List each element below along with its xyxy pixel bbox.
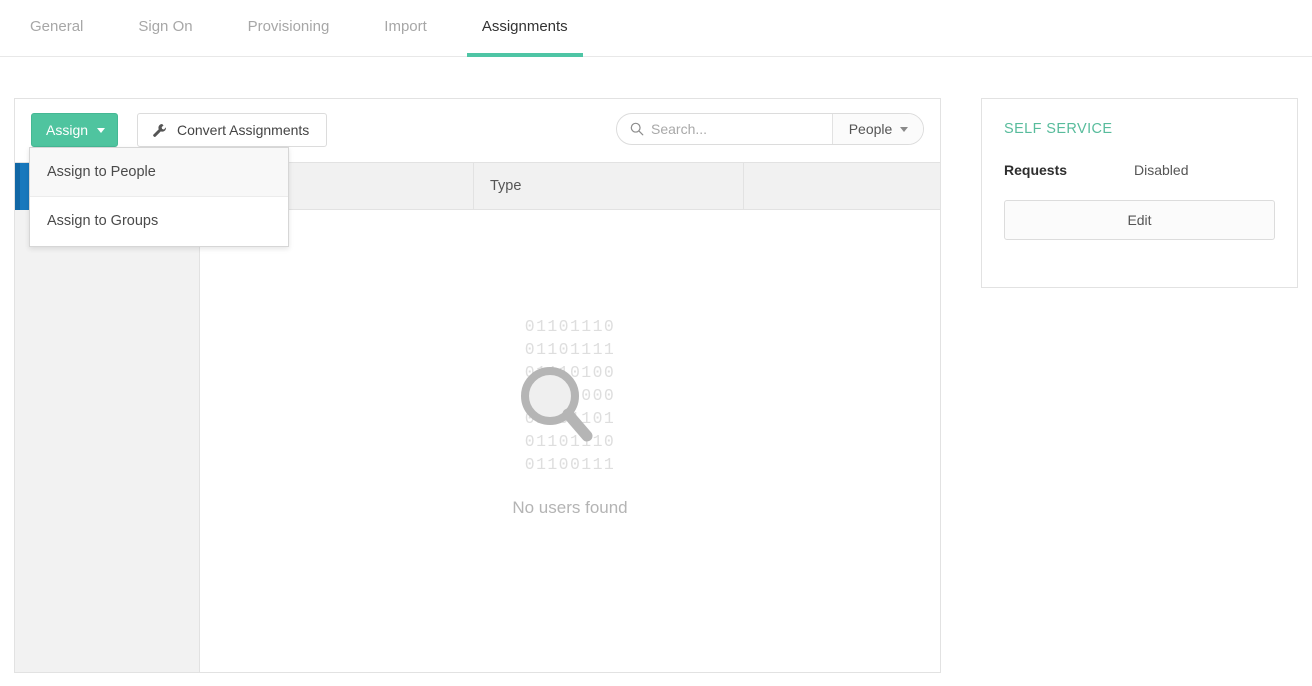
menu-item-assign-to-people-label: Assign to People: [47, 164, 156, 180]
chevron-down-icon: [900, 127, 908, 132]
wrench-icon: [152, 123, 167, 138]
assignments-card: Assign Convert Assignments Assign to Peo…: [14, 98, 941, 673]
binary-graphic: 01101110 01101111 01110100 01100000 0110…: [495, 315, 645, 476]
assignments-table: Type 01101110 01101111 01110100 01100000…: [200, 162, 940, 672]
tab-import[interactable]: Import: [384, 0, 427, 57]
empty-state: 01101110 01101111 01110100 01100000 0110…: [200, 210, 940, 672]
binary-row: 01101110: [495, 315, 645, 338]
search-icon: [630, 122, 644, 136]
binary-row: 01101111: [495, 338, 645, 361]
tab-list: General Sign On Provisioning Import Assi…: [30, 0, 623, 57]
table-header-cell-3: [744, 163, 940, 209]
tab-assignments-label: Assignments: [482, 18, 568, 35]
assign-button-label: Assign: [46, 122, 88, 138]
chevron-down-icon: [97, 128, 105, 133]
tab-provisioning-label: Provisioning: [248, 18, 330, 35]
search-input[interactable]: [651, 114, 832, 144]
assignments-toolbar: Assign Convert Assignments Assign to Peo…: [15, 99, 940, 162]
assign-button[interactable]: Assign: [31, 113, 118, 147]
convert-assignments-button[interactable]: Convert Assignments: [137, 113, 327, 147]
assign-dropdown-menu: Assign to People Assign to Groups: [29, 147, 289, 247]
table-header-cell-type: Type: [474, 163, 744, 209]
menu-item-assign-to-groups-label: Assign to Groups: [47, 213, 158, 229]
search-filter-dropdown[interactable]: People: [832, 114, 924, 144]
tab-sign-on[interactable]: Sign On: [138, 0, 192, 57]
self-service-requests-label: Requests: [1004, 162, 1134, 178]
edit-button[interactable]: Edit: [1004, 200, 1275, 240]
table-header-row: Type: [200, 163, 940, 210]
magnifier-icon: [517, 363, 597, 448]
self-service-title: SELF SERVICE: [1004, 121, 1275, 137]
tab-assignments[interactable]: Assignments: [482, 0, 568, 57]
tab-bar: General Sign On Provisioning Import Assi…: [0, 0, 1312, 57]
tab-general[interactable]: General: [30, 0, 83, 57]
empty-state-message: No users found: [512, 498, 627, 518]
self-service-panel: SELF SERVICE Requests Disabled Edit: [981, 98, 1298, 288]
tab-provisioning[interactable]: Provisioning: [248, 0, 330, 57]
tab-sign-on-label: Sign On: [138, 18, 192, 35]
binary-row: 01100111: [495, 453, 645, 476]
search-filter-label: People: [849, 121, 893, 137]
tab-import-label: Import: [384, 18, 427, 35]
tab-general-label: General: [30, 18, 83, 35]
search-bar: People: [616, 113, 924, 145]
menu-item-assign-to-groups[interactable]: Assign to Groups: [30, 197, 288, 246]
self-service-requests-value: Disabled: [1134, 162, 1188, 178]
menu-item-assign-to-people[interactable]: Assign to People: [30, 148, 288, 197]
self-service-requests-row: Requests Disabled: [1004, 162, 1275, 178]
convert-assignments-label: Convert Assignments: [177, 122, 309, 138]
